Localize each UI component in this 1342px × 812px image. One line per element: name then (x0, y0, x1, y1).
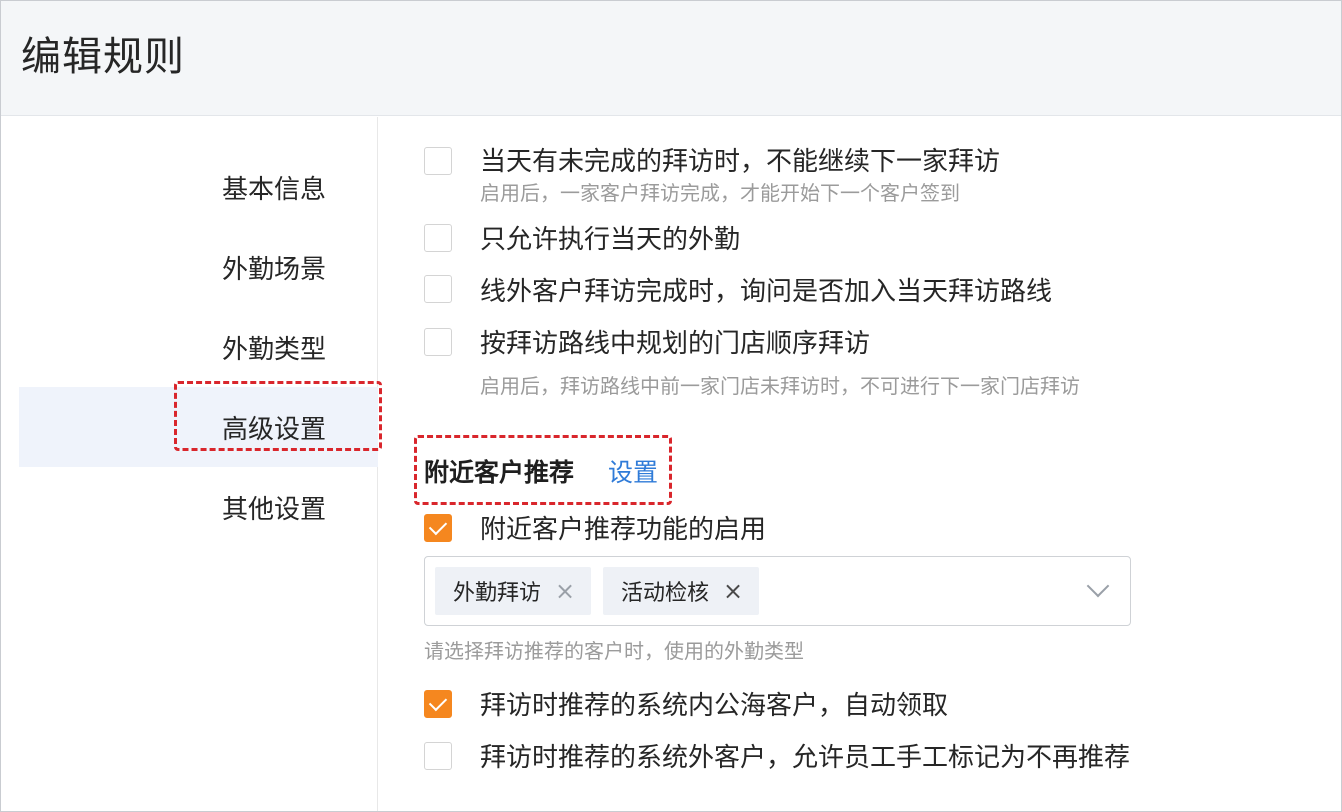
page-title: 编辑规则 (21, 34, 185, 80)
option-label-visit-cutoff: 当天有未完成的拜访时，不能继续下一家拜访 (480, 147, 1001, 177)
tag-field-visit: 外勤拜访 × (435, 567, 592, 615)
close-icon[interactable]: × (555, 579, 575, 603)
tag-label: 活动检核 (621, 581, 710, 606)
chevron-down-icon[interactable] (1086, 574, 1110, 598)
option-label-mark-no-recommend: 拜访时推荐的系统外客户，允许员工手工标记为不再推荐 (480, 743, 1131, 773)
sidebar-item-label: 其他设置 (222, 494, 327, 525)
sidebar-item-label: 高级设置 (222, 414, 327, 445)
checkbox-route-order[interactable] (424, 328, 452, 356)
settings-sidebar: 基本信息 外勤场景 外勤类型 高级设置 其他设置 (1, 117, 378, 811)
checkbox-mark-no-recommend[interactable] (424, 742, 452, 770)
close-icon[interactable]: × (723, 579, 743, 603)
sidebar-item-label: 外勤场景 (222, 254, 327, 285)
sidebar-item-advanced-settings[interactable]: 高级设置 (19, 387, 378, 467)
option-label-auto-claim: 拜访时推荐的系统内公海客户，自动领取 (480, 691, 949, 721)
option-label-ask-add-route: 线外客户拜访完成时，询问是否加入当天拜访路线 (480, 277, 1053, 307)
option-label-route-order: 按拜访路线中规划的门店顺序拜访 (480, 329, 871, 359)
field-type-multiselect[interactable]: 外勤拜访 × 活动检核 × (424, 556, 1131, 626)
sidebar-item-field-scene[interactable]: 外勤场景 (19, 227, 378, 307)
option-label-today-only: 只允许执行当天的外勤 (480, 225, 741, 255)
multiselect-hint: 请选择拜访推荐的客户时，使用的外勤类型 (424, 639, 804, 663)
tag-activity-check: 活动检核 × (603, 567, 760, 615)
edit-rule-window: 编辑规则 基本信息 外勤场景 外勤类型 高级设置 其他设置 当天有未完成的拜访时… (0, 0, 1342, 812)
sidebar-item-basic-info[interactable]: 基本信息 (19, 147, 378, 227)
sidebar-item-label: 基本信息 (222, 174, 327, 205)
option-label-nearby-enable: 附近客户推荐功能的启用 (480, 515, 767, 545)
checkbox-visit-cutoff[interactable] (424, 147, 452, 175)
option-hint-route-order: 启用后，拜访路线中前一家门店未拜访时，不可进行下一家门店拜访 (480, 374, 1080, 398)
section-title-nearby-recommend: 附近客户推荐 (424, 458, 575, 487)
checkbox-today-only[interactable] (424, 224, 452, 252)
checkbox-auto-claim[interactable] (424, 690, 452, 718)
sidebar-item-other-settings[interactable]: 其他设置 (19, 467, 378, 547)
nearby-settings-link[interactable]: 设置 (608, 453, 658, 489)
page-header: 编辑规则 (1, 1, 1341, 116)
checkbox-ask-add-route[interactable] (424, 275, 452, 303)
advanced-settings-panel: 当天有未完成的拜访时，不能继续下一家拜访 启用后，一家客户拜访完成，才能开始下一… (379, 117, 1341, 811)
tag-label: 外勤拜访 (453, 581, 542, 606)
checkbox-nearby-enable[interactable] (424, 514, 452, 542)
option-hint-visit-cutoff: 启用后，一家客户拜访完成，才能开始下一个客户签到 (480, 181, 960, 205)
sidebar-item-label: 外勤类型 (222, 334, 327, 365)
sidebar-item-field-type[interactable]: 外勤类型 (19, 307, 378, 387)
